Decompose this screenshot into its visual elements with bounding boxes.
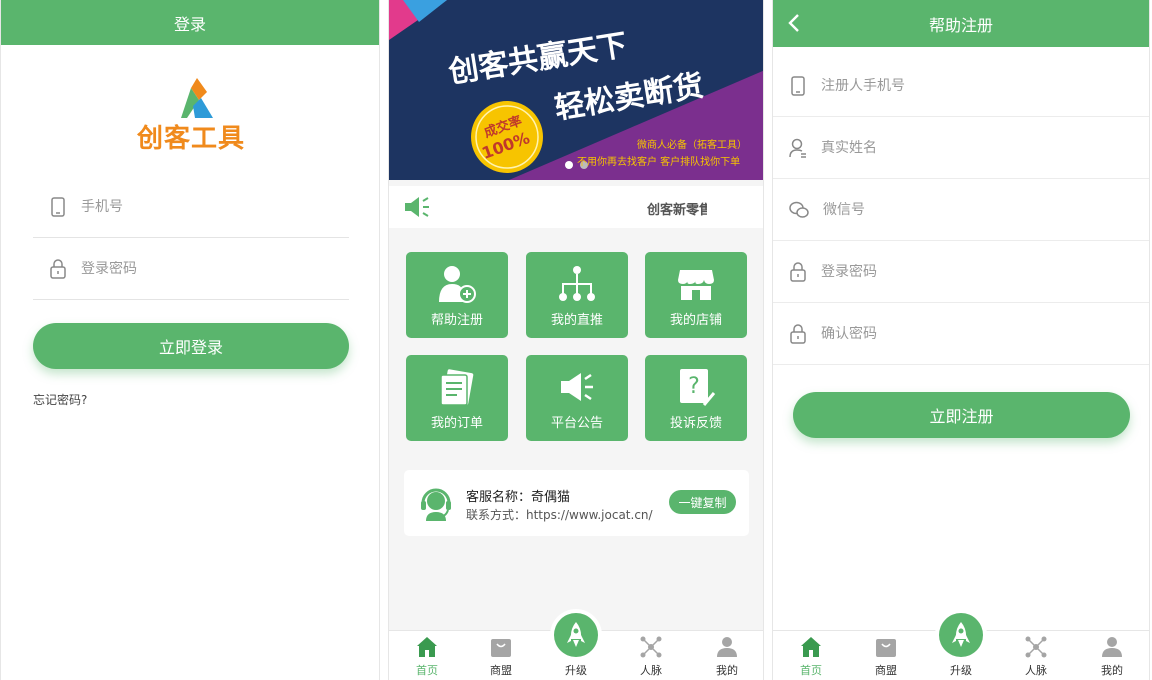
wechat-field[interactable]	[773, 179, 1149, 241]
tab-label: 商盟	[875, 664, 897, 677]
lock-icon	[50, 258, 66, 279]
tab-label: 我的	[1101, 664, 1123, 677]
tab-label: 人脉	[1025, 664, 1047, 677]
tab-label: 商盟	[490, 664, 512, 677]
bottom-tabbar: 首页 商盟 升级 人脉 我的	[389, 609, 763, 680]
tab-network[interactable]: 人脉	[1006, 631, 1066, 680]
forgot-password-link[interactable]: 忘记密码?	[33, 391, 87, 408]
tile-my-orders[interactable]: 我的订单	[406, 355, 508, 441]
tab-label: 升级	[950, 664, 972, 677]
tile-help-register[interactable]: 帮助注册	[406, 252, 508, 338]
real-name-field[interactable]	[773, 117, 1149, 179]
tab-label: 首页	[416, 664, 438, 677]
page-title: 帮助注册	[928, 15, 993, 35]
tab-alliance[interactable]: 商盟	[856, 631, 916, 680]
login-button[interactable]: 立即登录	[33, 323, 349, 369]
headset-agent-icon	[421, 488, 451, 521]
user-icon	[789, 138, 806, 158]
password-input[interactable]	[81, 260, 301, 277]
password-field[interactable]	[33, 238, 349, 300]
confirm-password-input[interactable]	[821, 325, 1081, 342]
copy-button[interactable]: 一键复制	[669, 490, 736, 514]
phone-input[interactable]	[81, 198, 301, 215]
tab-home[interactable]: 首页	[781, 631, 841, 680]
tab-network[interactable]: 人脉	[621, 631, 681, 680]
referee-phone-input[interactable]	[821, 77, 1081, 94]
register-screen: 帮助注册 立即注册 首页 商盟 升级	[772, 0, 1150, 680]
banner-sub-1: 微商人必备（拓客工具）	[637, 140, 747, 151]
back-arrow-icon[interactable]	[785, 12, 805, 34]
notice-ticker[interactable]: 创客新零售	[389, 186, 763, 228]
page-title: 登录	[173, 14, 206, 34]
promo-banner[interactable]: 创客共赢天下 轻松卖断货 成交率 100% 微商人必备（拓客工具） 不用你再去找…	[389, 0, 763, 180]
banner-sub-2: 不用你再去找客户 客户排队找你下单	[577, 157, 741, 168]
phone-field[interactable]	[33, 176, 349, 238]
tab-mine[interactable]: 我的	[1082, 631, 1142, 680]
referee-phone-field[interactable]	[773, 55, 1149, 117]
tab-upgrade[interactable]: 升级	[546, 609, 606, 680]
tile-feedback[interactable]: ? 投诉反馈	[645, 355, 747, 441]
logo-triangle-icon	[181, 78, 213, 118]
login-password-field[interactable]	[773, 241, 1149, 303]
ticker-text: 创客新零售	[647, 203, 707, 218]
tile-announcements[interactable]: 平台公告	[526, 355, 628, 441]
tab-label: 升级	[565, 664, 587, 677]
login-screen: 登录 创客工具 立即登录 忘记密码?	[0, 0, 380, 680]
register-header: 帮助注册	[773, 0, 1149, 47]
real-name-input[interactable]	[821, 139, 1081, 156]
rocket-icon	[567, 622, 585, 647]
home-screen: 创客共赢天下 轻松卖断货 成交率 100% 微商人必备（拓客工具） 不用你再去找…	[388, 0, 764, 680]
tile-my-referrals[interactable]: 我的直推	[526, 252, 628, 338]
phone-icon	[51, 196, 65, 217]
tab-upgrade[interactable]: 升级	[931, 609, 991, 680]
svg-text:?: ?	[688, 374, 700, 399]
lock-icon	[790, 323, 806, 344]
tab-home[interactable]: 首页	[397, 631, 457, 680]
shopping-bag-icon	[876, 639, 896, 657]
tile-label: 平台公告	[550, 416, 603, 431]
tile-label: 帮助注册	[430, 313, 483, 328]
megaphone-icon	[405, 197, 429, 217]
tab-mine[interactable]: 我的	[697, 631, 757, 680]
wechat-input[interactable]	[823, 201, 1083, 218]
lock-icon	[790, 261, 806, 282]
user-icon	[1102, 637, 1122, 657]
login-header: 登录	[1, 0, 379, 45]
tab-label: 人脉	[640, 664, 662, 677]
rocket-icon	[952, 622, 970, 647]
network-icon	[1025, 636, 1047, 658]
shopping-bag-icon	[491, 639, 511, 657]
tile-label: 我的店铺	[669, 313, 722, 328]
tab-label: 首页	[800, 664, 822, 677]
home-icon	[417, 637, 437, 657]
store-icon	[678, 270, 714, 300]
announcement-icon	[561, 373, 593, 401]
network-icon	[640, 636, 662, 658]
service-contact: 联系方式：https://www.jocat.cn/	[466, 508, 653, 522]
user-icon	[717, 637, 737, 657]
add-user-icon	[439, 266, 476, 303]
customer-service-card: 客服名称：奇偶猫 联系方式：https://www.jocat.cn/ 一键复制	[404, 470, 749, 536]
login-password-input[interactable]	[821, 263, 1081, 280]
phone-icon	[791, 75, 805, 96]
tile-label: 我的直推	[550, 313, 603, 328]
tile-my-store[interactable]: 我的店铺	[645, 252, 747, 338]
network-tree-icon	[559, 266, 595, 301]
home-icon	[801, 637, 821, 657]
register-button[interactable]: 立即注册	[793, 392, 1130, 438]
app-logo: 创客工具	[131, 78, 251, 154]
order-list-icon	[440, 369, 474, 406]
logo-text: 创客工具	[136, 124, 245, 154]
tile-label: 我的订单	[430, 416, 483, 431]
service-name: 客服名称：奇偶猫	[466, 490, 571, 505]
wechat-icon	[789, 201, 809, 218]
tab-alliance[interactable]: 商盟	[471, 631, 531, 680]
confirm-password-field[interactable]	[773, 303, 1149, 365]
tile-label: 投诉反馈	[669, 416, 722, 431]
feedback-icon: ?	[680, 369, 716, 406]
tab-label: 我的	[716, 664, 738, 677]
bottom-tabbar: 首页 商盟 升级 人脉 我的	[773, 609, 1149, 680]
